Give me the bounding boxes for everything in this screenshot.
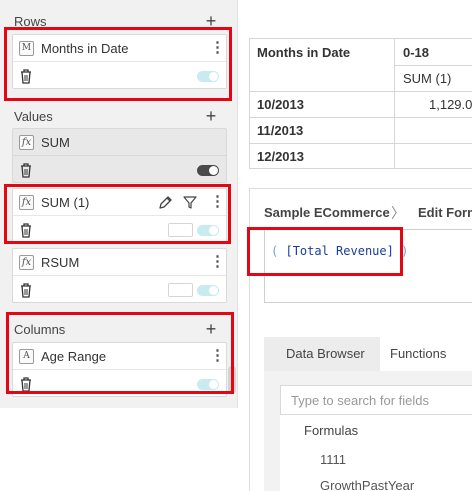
field-menu-icon[interactable]: ⋮: [210, 40, 225, 56]
field-label[interactable]: SUM: [41, 135, 70, 150]
field-label[interactable]: RSUM: [41, 255, 79, 270]
values-section-label: Values: [14, 109, 53, 124]
list-item[interactable]: 1111: [320, 452, 346, 467]
rows-section-label: Rows: [14, 14, 47, 29]
value-card-sum: fx SUM: [12, 128, 227, 183]
pivot-table: Months in Date 0-18 SUM (1) 10/2013 1,12…: [249, 38, 472, 169]
filter-icon[interactable]: [183, 195, 197, 210]
field-label[interactable]: Age Range: [41, 349, 106, 364]
field-list: Formulas 1111 GrowthPastYear: [280, 415, 472, 491]
field-label[interactable]: SUM (1): [41, 195, 89, 210]
color-picker-box[interactable]: [168, 223, 193, 237]
pencil-icon[interactable]: [158, 195, 173, 210]
measure-type-icon: M: [19, 41, 34, 56]
trash-icon[interactable]: [19, 376, 33, 392]
formula-icon: fx: [19, 195, 34, 210]
field-toggle[interactable]: [197, 379, 219, 390]
formula-open-paren: (: [271, 244, 279, 258]
trash-icon[interactable]: [19, 222, 33, 238]
breadcrumb-root[interactable]: Sample ECommerce: [264, 205, 390, 220]
field-menu-icon[interactable]: ⋮: [210, 254, 225, 270]
color-picker-box[interactable]: [168, 283, 193, 297]
columns-field-card: A Age Range ⋮: [12, 342, 227, 397]
tab-functions[interactable]: Functions: [380, 337, 472, 371]
value-card-sum-1: fx SUM (1) ⋮: [12, 188, 227, 243]
attribute-type-icon: A: [19, 349, 34, 364]
field-menu-icon[interactable]: ⋮: [210, 348, 225, 364]
breadcrumb-current: Edit Form: [418, 205, 472, 220]
table-corner-header: Months in Date: [257, 45, 351, 60]
formula-icon: fx: [19, 135, 34, 150]
add-value-button[interactable]: +: [203, 107, 219, 125]
fields-panel-footer: [0, 408, 238, 491]
rows-field-card: M Months in Date ⋮: [12, 34, 227, 89]
formula-close-paren: ): [401, 244, 409, 258]
field-toggle[interactable]: [197, 285, 219, 296]
formula-editor-panel: Sample ECommerce 〉 Edit Form ( [Total Re…: [249, 188, 472, 491]
field-search-input[interactable]: [281, 386, 472, 414]
columns-section-label: Columns: [14, 322, 66, 337]
table-row-header: 10/2013: [257, 97, 304, 112]
list-item[interactable]: GrowthPastYear: [320, 478, 414, 491]
table-sub-header[interactable]: SUM (1): [403, 71, 451, 86]
table-column-header[interactable]: 0-18: [403, 45, 429, 60]
value-card-rsum: fx RSUM ⋮: [12, 248, 227, 303]
field-toggle[interactable]: [197, 225, 219, 236]
table-row-header: 11/2013: [257, 123, 304, 138]
field-browser: Data Browser Functions Formulas 1111 Gro…: [264, 337, 472, 491]
trash-icon[interactable]: [19, 282, 33, 298]
trash-icon[interactable]: [19, 68, 33, 84]
tab-data-browser[interactable]: Data Browser: [264, 337, 380, 371]
trash-icon[interactable]: [19, 162, 33, 178]
field-toggle[interactable]: [197, 165, 219, 176]
breadcrumb-separator-icon: 〉: [391, 205, 405, 221]
add-column-button[interactable]: +: [203, 320, 219, 338]
formulas-heading[interactable]: Formulas: [304, 423, 358, 438]
formula-input[interactable]: ( [Total Revenue] ): [264, 229, 472, 303]
field-toggle[interactable]: [197, 71, 219, 82]
field-search: [280, 385, 472, 415]
panel-scrollbar[interactable]: [228, 366, 236, 394]
field-menu-icon[interactable]: ⋮: [210, 194, 225, 210]
formula-field-token[interactable]: [Total Revenue]: [285, 244, 393, 258]
formula-icon: fx: [19, 255, 34, 270]
table-row-header: 12/2013: [257, 149, 304, 164]
add-row-button[interactable]: +: [203, 12, 219, 30]
table-cell: 1,129.0: [429, 97, 472, 112]
field-label[interactable]: Months in Date: [41, 41, 128, 56]
